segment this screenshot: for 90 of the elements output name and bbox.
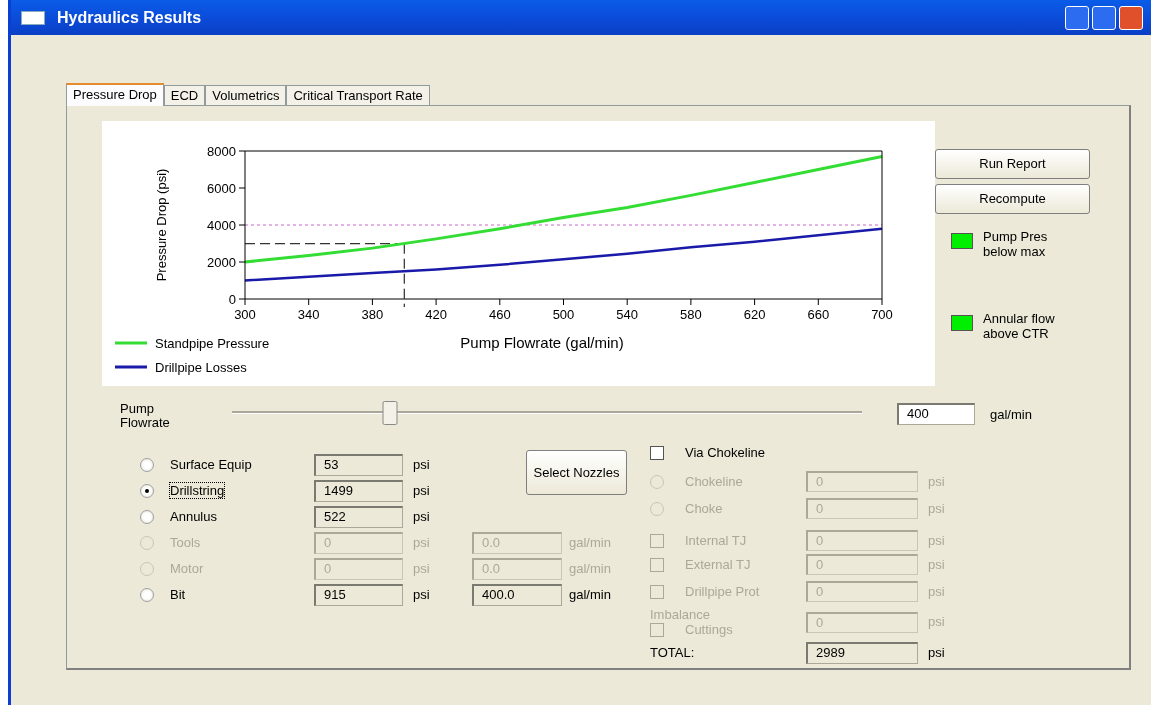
pressure-field: 0 [314,532,403,554]
tick-label: 2000 [207,255,236,270]
minimize-button[interactable] [1065,5,1089,30]
tick-label: 460 [488,307,511,322]
unit-label: psi [412,456,431,475]
option-label: Chokeline [685,472,744,491]
total-label: TOTAL: [650,644,696,663]
status-label: Annular flow above CTR [983,311,1056,341]
option-label: Internal TJ [685,531,748,550]
window-title: Hydraulics Results [57,7,202,28]
pressure-field: 0 [806,530,918,551]
unit-label: psi [927,472,946,491]
tick-label: 340 [297,307,320,322]
unit-label: gal/min [568,534,612,553]
tick-label: 620 [743,307,766,322]
unit-label: gal/min [568,586,612,605]
pressure-field: 1499 [314,480,403,502]
checkbox-label: Via Chokeline [685,444,766,462]
tick-label: 380 [361,307,384,322]
unit-label: psi [927,644,946,663]
radio-button[interactable] [140,510,154,524]
flowrate-field[interactable]: 400 [897,403,975,425]
axis-title: Pump Flowrate (gal/min) [460,334,624,351]
pressure-field: 53 [314,454,403,476]
tick-label: 500 [552,307,575,322]
close-button[interactable] [1119,5,1143,30]
pressure-field: 0 [806,581,918,602]
axis-title: Pressure Drop (psi) [154,168,169,282]
unit-label: psi [927,555,946,574]
option-label: External TJ [685,555,752,574]
maximize-button[interactable] [1092,5,1116,30]
total-field: 2989 [806,642,918,664]
unit-label: psi [412,508,431,527]
unit-label: psi [412,534,431,553]
tab[interactable]: ECD [163,85,206,105]
unit-label: psi [412,560,431,579]
checkbox[interactable] [650,446,664,460]
tick-label: 420 [425,307,447,322]
option-label[interactable]: Bit [170,587,186,603]
legend-swatch [115,341,147,345]
radio-button[interactable] [140,458,154,472]
group-label: Imbalance [650,607,711,622]
legend-label: Standpipe Pressure [155,336,270,351]
unit-label: psi [927,531,946,550]
select-nozzles-button[interactable]: Select Nozzles [526,450,627,495]
action-button[interactable]: Run Report [935,149,1090,179]
pressure-field: 915 [314,584,403,606]
tick-label: 540 [616,307,639,322]
tick-label: 660 [807,307,830,322]
pressure-field: 0 [806,554,918,575]
tick-label: 300 [234,307,256,322]
tick-label: 0 [228,292,236,307]
action-button[interactable]: Recompute [935,184,1090,214]
unit-label: gal/min [568,560,612,579]
legend-swatch [115,365,147,369]
unit-label: psi [927,613,946,632]
pressure-field: 0 [806,611,918,633]
tab[interactable]: Pressure Drop [66,83,164,106]
tick-label: 8000 [207,144,236,159]
option-label[interactable]: Drillstring [170,483,225,499]
tick-label: 700 [871,307,893,322]
pressure-field: 0 [806,471,918,492]
option-label: Cuttings [685,622,733,637]
slider-thumb[interactable] [382,401,397,425]
tick-label: 6000 [207,181,236,196]
radio-button[interactable] [140,484,154,498]
status-label: Pump Pres below max [983,229,1049,259]
unit-label: psi [927,499,946,518]
unit-label: psi [927,582,946,601]
unit-label: gal/min [990,406,1032,424]
slider-label: Pump Flowrate [120,402,171,430]
option-label: Choke [685,499,724,518]
pressure-field: 522 [314,506,403,528]
flow-field: 0.0 [472,532,562,554]
option-label: Drillpipe Prot [685,582,761,601]
tick-label: 4000 [207,218,236,233]
legend-label: Drillpipe Losses [155,360,247,375]
pressure-field: 0 [314,558,403,580]
pressure-field: 0 [806,498,918,519]
tab[interactable]: Critical Transport Rate [286,85,430,105]
option-label[interactable]: Surface Equip [170,457,252,473]
tab[interactable]: Volumetrics [205,85,287,105]
flow-field: 400.0 [472,584,562,606]
tick-label: 580 [680,307,702,322]
window-icon [21,10,45,25]
unit-label: psi [412,482,431,501]
option-label[interactable]: Annulus [170,509,217,525]
radio-button[interactable] [140,588,154,602]
unit-label: psi [412,586,431,605]
flow-field: 0.0 [472,558,562,580]
